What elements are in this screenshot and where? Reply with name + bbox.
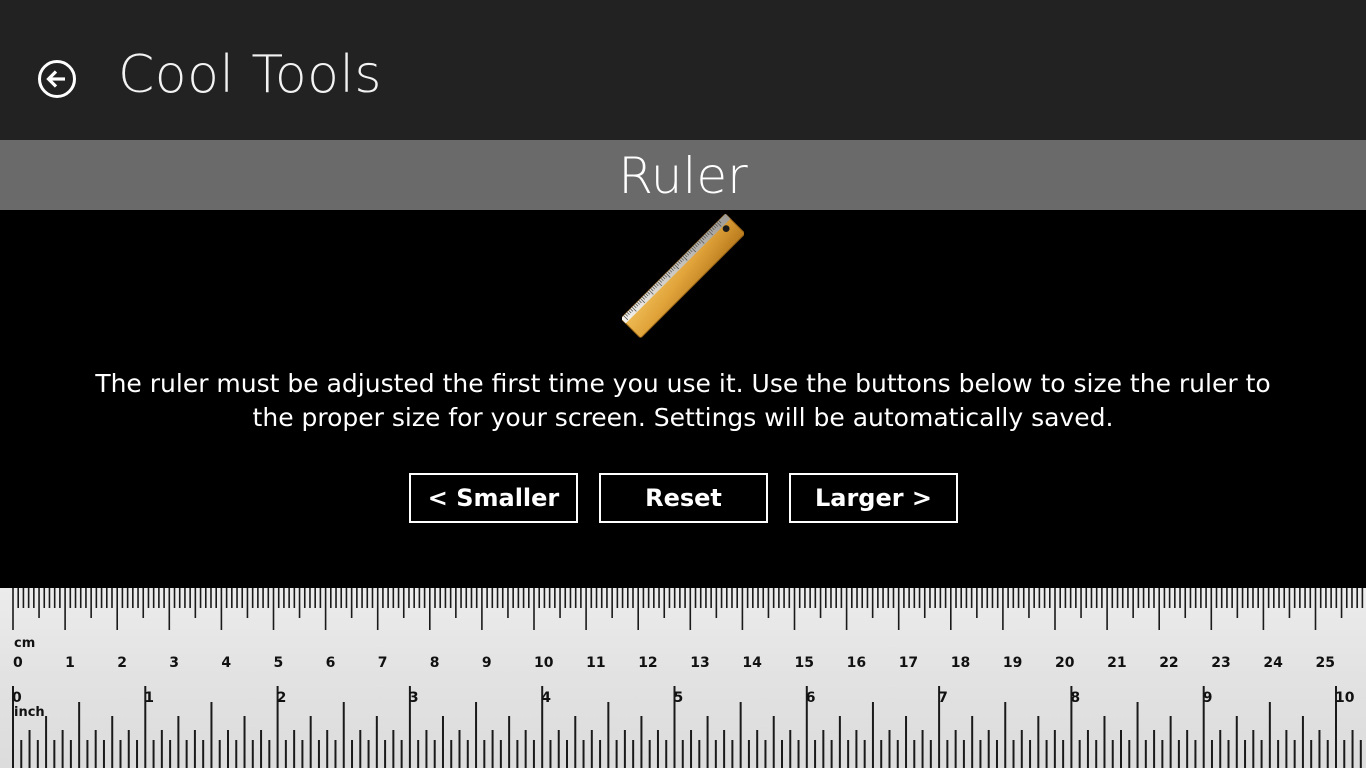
cm-number-label: 0 xyxy=(13,655,23,671)
reset-button[interactable]: Reset xyxy=(599,473,768,523)
app-title: Cool Tools xyxy=(118,45,383,105)
cm-number-label: 16 xyxy=(847,655,866,671)
inch-number-label: 5 xyxy=(674,690,684,706)
cm-number-label: 7 xyxy=(378,655,388,671)
measuring-ruler[interactable]: 0 1 2 3 4 5 6 7 8 9 10 11 12 13 14 15 16 17 18 19 20 21 22 23 24… xyxy=(0,588,1366,768)
cm-number-label: 5 xyxy=(274,655,284,671)
cm-number-label: 19 xyxy=(1003,655,1022,671)
inch-number-label: 4 xyxy=(541,690,551,706)
smaller-button[interactable]: < Smaller xyxy=(409,473,578,523)
cm-number-label: 14 xyxy=(742,655,762,671)
back-arrow-icon xyxy=(46,70,65,88)
cm-number-label: 15 xyxy=(795,655,814,671)
inch-number-label: 1 xyxy=(144,690,154,706)
cm-number-label: 24 xyxy=(1263,655,1283,671)
inch-number-label: 3 xyxy=(409,690,419,706)
cm-number-label: 1 xyxy=(65,655,75,671)
cm-number-label: 13 xyxy=(690,655,709,671)
inch-number-label: 2 xyxy=(277,690,287,706)
cm-number-label: 2 xyxy=(117,655,127,671)
cm-number-label: 17 xyxy=(899,655,918,671)
cm-number-label: 25 xyxy=(1316,655,1335,671)
cm-number-label: 4 xyxy=(221,655,231,671)
inch-unit-label: inch xyxy=(14,705,45,720)
cm-number-label: 8 xyxy=(430,655,440,671)
cm-number-label: 9 xyxy=(482,655,492,671)
cm-number-label: 22 xyxy=(1159,655,1178,671)
inch-number-label: 7 xyxy=(938,690,948,706)
larger-button[interactable]: Larger > xyxy=(789,473,958,523)
ruler-icon xyxy=(620,213,745,338)
cm-number-label: 12 xyxy=(638,655,657,671)
instructions-text: The ruler must be adjusted the first tim… xyxy=(95,369,1271,432)
cm-unit-label: cm xyxy=(14,636,35,651)
inch-number-label: 6 xyxy=(806,690,816,706)
cm-number-label: 3 xyxy=(169,655,179,671)
cm-number-label: 20 xyxy=(1055,655,1075,671)
cm-number-label: 10 xyxy=(534,655,554,671)
section-title: Ruler xyxy=(618,147,748,205)
inch-number-label: 0 xyxy=(12,690,22,706)
inch-number-label: 9 xyxy=(1203,690,1213,706)
cm-number-label: 6 xyxy=(326,655,336,671)
inch-number-label: 10 xyxy=(1335,690,1355,706)
cm-number-label: 23 xyxy=(1211,655,1230,671)
cm-number-label: 11 xyxy=(586,655,605,671)
inch-number-label: 8 xyxy=(1070,690,1080,706)
cm-number-label: 18 xyxy=(951,655,970,671)
cm-number-label: 21 xyxy=(1107,655,1126,671)
back-button[interactable] xyxy=(38,60,76,98)
